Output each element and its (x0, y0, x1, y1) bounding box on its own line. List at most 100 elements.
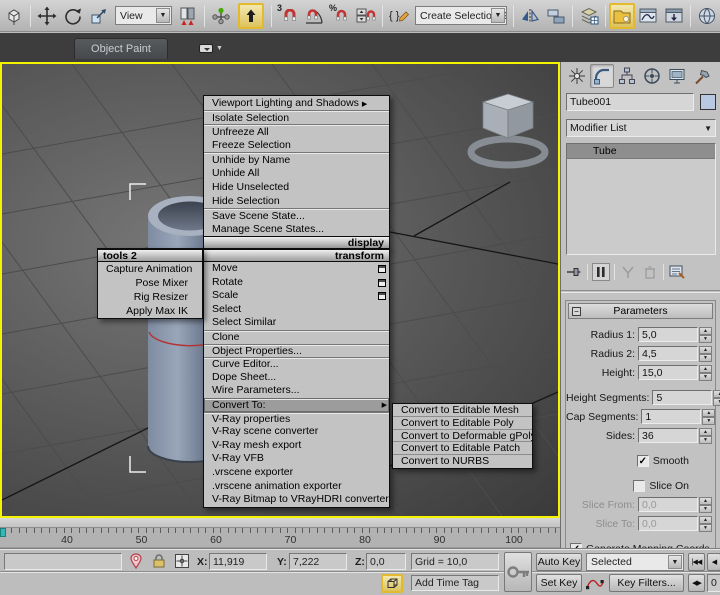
set-key-button[interactable]: Set Key (536, 574, 582, 592)
select-and-move-icon[interactable] (34, 3, 60, 29)
settings-box-icon[interactable] (378, 279, 386, 287)
checkbox[interactable]: ✓ (637, 455, 649, 467)
named-selection-set-combobox[interactable]: Create Selection Se ▼ (415, 6, 507, 25)
menu-item[interactable]: Convert to NURBS (393, 455, 532, 468)
spinner-control[interactable]: ▲▼ (699, 327, 712, 343)
dropdown-arrow-icon[interactable]: ▼ (156, 8, 170, 23)
menu-item[interactable]: Scale (204, 289, 389, 303)
render-setup-icon[interactable] (694, 3, 720, 29)
menu-item[interactable]: Convert to Editable Poly (393, 417, 532, 430)
dropdown-arrow-icon[interactable]: ▼ (491, 8, 505, 23)
parameter-value-field[interactable]: 1 (641, 409, 701, 424)
parameter-value-field[interactable]: 5 (652, 390, 712, 405)
menu-item[interactable]: Freeze Selection (204, 138, 389, 152)
menu-item[interactable]: Isolate Selection (204, 110, 389, 124)
modifier-stack-item-tube[interactable]: Tube (567, 144, 715, 159)
menu-item[interactable]: V-Ray mesh export (204, 439, 389, 453)
align-icon[interactable] (543, 3, 569, 29)
menu-item[interactable]: Pose Mixer (98, 276, 202, 290)
menu-item[interactable]: Convert to Editable Mesh (393, 404, 532, 417)
menu-item[interactable]: .vrscene animation exporter (204, 480, 389, 494)
tab-motion[interactable] (640, 64, 664, 88)
timeline-ruler[interactable]: 405060708090100 (0, 528, 560, 548)
select-and-rotate-icon[interactable] (60, 3, 86, 29)
spinner-up-icon[interactable]: ▲ (713, 390, 720, 398)
menu-item[interactable]: Curve Editor... (204, 357, 389, 371)
show-end-result-icon[interactable] (592, 263, 610, 281)
go-to-start-button[interactable]: |◀◀ (688, 553, 705, 571)
edit-named-selection-sets-icon[interactable]: { } (386, 3, 412, 29)
menu-item[interactable]: Apply Max IK (98, 304, 202, 318)
auto-key-button[interactable]: Auto Key (536, 553, 582, 571)
menu-item[interactable]: V-Ray scene converter (204, 425, 389, 439)
y-coordinate-field[interactable]: 7,222 (289, 553, 347, 570)
menu-item[interactable]: Clone (204, 330, 389, 344)
spinner-up-icon[interactable]: ▲ (699, 428, 712, 436)
menu-item[interactable]: Capture Animation (98, 262, 202, 276)
spinner-up-icon[interactable]: ▲ (699, 346, 712, 354)
spinner-control[interactable]: ▲▼ (699, 346, 712, 362)
modifier-list-dropdown[interactable]: Modifier List ▼ (566, 119, 716, 137)
ribbon-minimize-button[interactable]: ▼ (196, 42, 226, 55)
spinner-control[interactable]: ▲▼ (702, 409, 715, 425)
menu-item[interactable]: Convert to Deformable gPoly (393, 430, 532, 443)
spinner-control[interactable]: ▲▼ (713, 390, 720, 406)
selection-lock-icon[interactable] (150, 552, 168, 570)
x-coordinate-field[interactable]: 11,919 (209, 553, 267, 570)
spinner-control[interactable]: ▲▼ (699, 428, 712, 444)
reference-coordinate-dropdown[interactable]: View ▼ (115, 6, 172, 25)
menu-item[interactable]: Convert to Editable Patch (393, 442, 532, 455)
tab-display[interactable] (665, 64, 689, 88)
spinner-down-icon[interactable]: ▼ (699, 335, 712, 343)
isolate-selection-icon[interactable] (127, 552, 145, 570)
curve-editor-icon[interactable] (635, 3, 661, 29)
menu-item[interactable]: V-Ray VFB (204, 452, 389, 466)
spinner-down-icon[interactable]: ▼ (702, 417, 715, 425)
checkbox[interactable] (633, 480, 645, 492)
scene-explorer-toggle-icon[interactable] (609, 3, 635, 29)
spinner-snap-toggle-icon[interactable] (353, 3, 379, 29)
percent-snap-toggle-icon[interactable]: % (327, 3, 353, 29)
modifier-stack-list[interactable]: Tube (566, 143, 716, 255)
spinner-down-icon[interactable]: ▼ (713, 398, 720, 406)
menu-item[interactable]: Unhide by Name (204, 152, 389, 166)
spinner-down-icon[interactable]: ▼ (699, 354, 712, 362)
parameter-value-field[interactable]: 5,0 (638, 327, 698, 342)
parameters-rollout-header[interactable]: − Parameters (568, 303, 713, 319)
keyboard-shortcut-override-toggle[interactable] (238, 3, 264, 29)
menu-item[interactable]: Wire Parameters... (204, 384, 389, 398)
time-slider-track[interactable] (0, 518, 560, 528)
tab-utilities[interactable] (690, 64, 714, 88)
menu-item[interactable]: Rotate (204, 276, 389, 290)
previous-frame-button[interactable]: ◀ (707, 553, 720, 571)
select-and-scale-icon[interactable] (86, 3, 112, 29)
menu-item[interactable]: Rig Resizer (98, 290, 202, 304)
object-name-field[interactable]: Tube001 (566, 93, 694, 111)
rollout-collapse-icon[interactable]: − (572, 307, 581, 316)
tab-modify[interactable] (590, 64, 614, 88)
menu-item[interactable]: Manage Scene States... (204, 222, 389, 236)
menu-item[interactable]: Dope Sheet... (204, 371, 389, 385)
pin-stack-icon[interactable] (565, 263, 583, 281)
toggle-set-key-mode-button[interactable] (504, 552, 532, 592)
menu-item[interactable]: Hide Unselected (204, 180, 389, 194)
current-frame-marker[interactable] (0, 528, 6, 537)
spinner-down-icon[interactable]: ▼ (699, 373, 712, 381)
menu-item[interactable]: Save Scene State... (204, 208, 389, 222)
z-coordinate-field[interactable]: 0,0 (366, 553, 406, 570)
parameter-value-field[interactable]: 4,5 (638, 346, 698, 361)
dropdown-arrow-icon[interactable]: ▼ (704, 124, 712, 133)
use-pivot-point-center-icon[interactable] (175, 3, 201, 29)
snaps-cube-icon[interactable] (1, 3, 27, 29)
parameter-value-field[interactable]: 36 (638, 428, 698, 443)
menu-item[interactable]: Object Properties... (204, 344, 389, 358)
snap-toggle-3d-icon[interactable]: 3 (275, 3, 301, 29)
key-filters-button[interactable]: Key Filters... (609, 574, 684, 592)
spinner-down-icon[interactable]: ▼ (699, 436, 712, 444)
tab-hierarchy[interactable] (615, 64, 639, 88)
menu-item[interactable]: Select (204, 303, 389, 317)
add-time-tag-field[interactable]: Add Time Tag (411, 575, 499, 591)
tab-create[interactable] (565, 64, 589, 88)
menu-item[interactable]: Unhide All (204, 166, 389, 180)
mirror-icon[interactable] (517, 3, 543, 29)
